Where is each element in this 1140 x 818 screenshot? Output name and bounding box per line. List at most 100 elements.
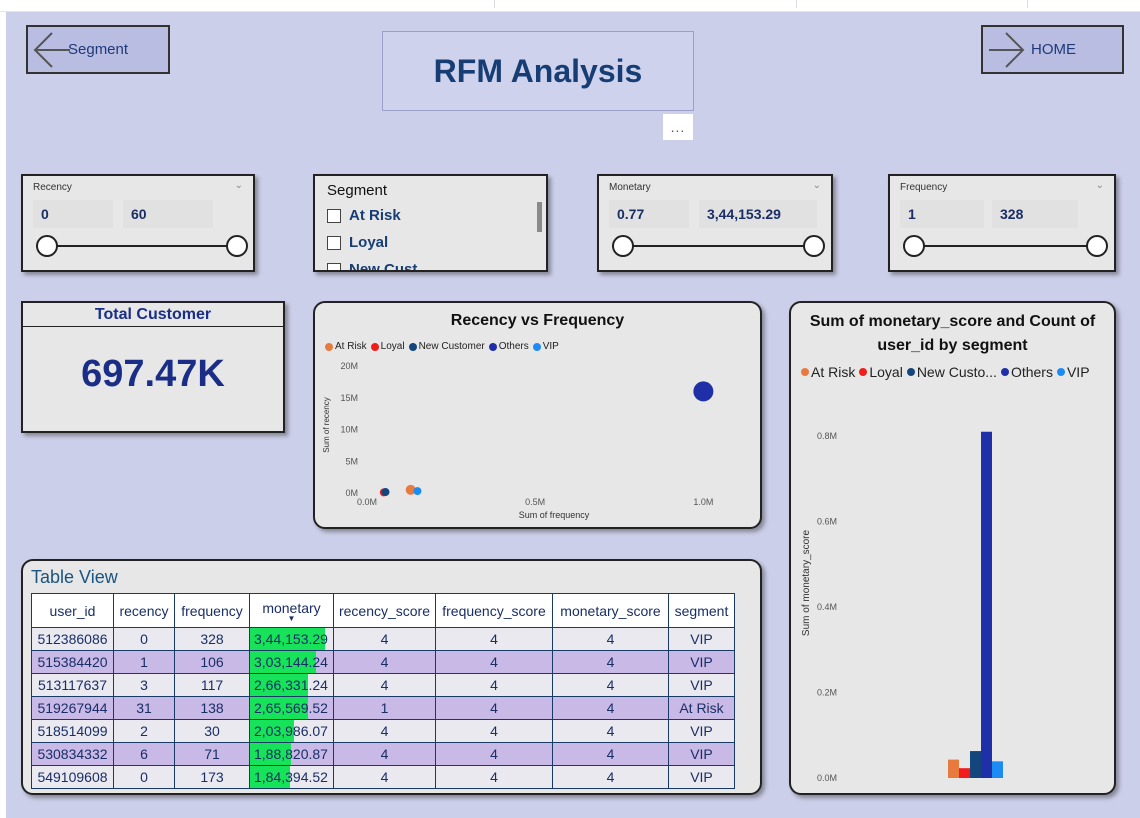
column-header-recency[interactable]: recency	[113, 593, 175, 628]
table-cell-monetary-score: 4	[552, 650, 669, 674]
table-cell-segment: At Risk	[668, 696, 735, 720]
more-options-button[interactable]: ...	[663, 114, 693, 140]
home-label: HOME	[1031, 41, 1076, 58]
table-cell-user-id: 513117637	[31, 673, 114, 697]
bar-others[interactable]	[981, 431, 992, 778]
table-cell-monetary: 3,44,153.29	[249, 627, 334, 651]
monetary-max-input[interactable]: 3,44,153.29	[699, 200, 817, 228]
column-header-frequency[interactable]: frequency	[174, 593, 250, 628]
table-cell-recency: 6	[113, 742, 175, 766]
monetary-slider-min-handle[interactable]	[612, 235, 634, 257]
checkbox[interactable]	[327, 262, 341, 270]
strip-separator	[796, 0, 797, 8]
table-cell-recency-score: 4	[333, 650, 436, 674]
frequency-min-input[interactable]: 1	[900, 200, 984, 228]
home-button[interactable]: HOME	[981, 25, 1124, 74]
table-view-card: Table View user_id recency frequency mon…	[21, 559, 762, 795]
table-cell-user-id: 519267944	[31, 696, 114, 720]
table-row[interactable]: 530834332 6 71 1,88,820.87 4 4 4 VIP	[31, 742, 735, 766]
bar-loyal[interactable]	[959, 768, 970, 778]
column-header-monetary[interactable]: monetary ▼	[249, 593, 334, 628]
table-cell-frequency-score: 4	[435, 765, 553, 789]
table-cell-frequency: 30	[174, 719, 250, 743]
table-cell-frequency: 106	[174, 650, 250, 674]
table-row[interactable]: 512386086 0 328 3,44,153.29 4 4 4 VIP	[31, 627, 735, 651]
segment-option-loyal[interactable]: Loyal	[327, 234, 388, 251]
column-header-frequency-score[interactable]: frequency_score	[435, 593, 553, 628]
table-row[interactable]: 549109608 0 173 1,84,394.52 4 4 4 VIP	[31, 765, 735, 789]
y-tick-label: 0.4M	[817, 602, 837, 612]
recency-slider-track[interactable]	[45, 245, 237, 247]
table-cell-frequency: 117	[174, 673, 250, 697]
recency-min-input[interactable]: 0	[33, 200, 113, 228]
recency-slider-min-handle[interactable]	[36, 235, 58, 257]
table-cell-frequency-score: 4	[435, 673, 553, 697]
table-cell-segment: VIP	[668, 719, 735, 743]
x-axis-title: Sum of frequency	[519, 510, 590, 520]
column-header-label: frequency	[181, 602, 243, 619]
monetary-value: 2,66,331.24	[254, 677, 328, 693]
chevron-down-icon[interactable]: ⌄	[813, 180, 821, 191]
column-header-label: frequency_score	[442, 602, 546, 619]
table-cell-monetary-score: 4	[552, 765, 669, 789]
column-header-label: recency	[119, 602, 169, 619]
bar-new-customer[interactable]	[970, 751, 981, 778]
table-row[interactable]: 513117637 3 117 2,66,331.24 4 4 4 VIP	[31, 673, 735, 697]
recency-slider-max-handle[interactable]	[226, 235, 248, 257]
frequency-max-input[interactable]: 328	[992, 200, 1078, 228]
monetary-slider-max-handle[interactable]	[803, 235, 825, 257]
column-header-recency-score[interactable]: recency_score	[333, 593, 436, 628]
page-title: RFM Analysis	[433, 52, 643, 89]
monetary-min-input[interactable]: 0.77	[609, 200, 689, 228]
x-tick-label: 1.0M	[693, 497, 713, 507]
table-cell-frequency-score: 4	[435, 719, 553, 743]
scatter-point-new-customer[interactable]	[381, 488, 390, 497]
frequency-slider-max-handle[interactable]	[1086, 235, 1108, 257]
table-cell-segment: VIP	[668, 742, 735, 766]
checkbox[interactable]	[327, 235, 341, 250]
table-cell-recency-score: 4	[333, 742, 436, 766]
recency-frequency-chart: Recency vs Frequency At Risk Loyal New C…	[313, 301, 762, 529]
y-axis-title: Sum of recency	[322, 397, 331, 453]
column-header-segment[interactable]: segment	[668, 593, 735, 628]
checkbox[interactable]	[327, 208, 341, 223]
column-header-monetary-score[interactable]: monetary_score	[552, 593, 669, 628]
segment-option-at-risk[interactable]: At Risk	[327, 207, 401, 224]
bar-vip[interactable]	[992, 761, 1003, 778]
scatter-point-vip[interactable]	[413, 487, 422, 496]
scatter-point-others[interactable]	[693, 381, 714, 402]
back-segment-button[interactable]: Segment	[26, 25, 170, 74]
table-cell-recency-score: 4	[333, 719, 436, 743]
table-cell-monetary: 1,84,394.52	[249, 765, 334, 789]
table-cell-monetary: 2,66,331.24	[249, 673, 334, 697]
recency-max-input[interactable]: 60	[123, 200, 213, 228]
frequency-slider-min-handle[interactable]	[903, 235, 925, 257]
chevron-down-icon[interactable]: ⌄	[1096, 180, 1104, 191]
table-cell-recency-score: 4	[333, 673, 436, 697]
table-row[interactable]: 519267944 31 138 2,65,569.52 1 4 4 At Risk	[31, 696, 735, 720]
chevron-down-icon[interactable]: ⌄	[235, 180, 243, 191]
table-row[interactable]: 515384420 1 106 3,03,144.24 4 4 4 VIP	[31, 650, 735, 674]
y-tick-label: 10M	[340, 425, 358, 435]
total-customer-card: Total Customer 697.47K	[21, 301, 285, 433]
segment-option-new-customer[interactable]: New Cust...	[327, 261, 430, 272]
column-header-label: recency_score	[338, 602, 431, 619]
arrow-right-icon	[989, 32, 1025, 68]
column-header-user-id[interactable]: user_id	[31, 593, 114, 628]
y-tick-label: 0.8M	[817, 431, 837, 441]
frequency-slicer: Frequency ⌄ 1 328	[888, 174, 1116, 272]
strip-separator	[494, 0, 495, 8]
page-title-box: RFM Analysis	[382, 31, 694, 111]
table-cell-frequency-score: 4	[435, 742, 553, 766]
x-tick-label: 0.5M	[525, 497, 545, 507]
table-cell-monetary-score: 4	[552, 742, 669, 766]
monetary-slider-track[interactable]	[623, 245, 815, 247]
table-cell-recency: 0	[113, 765, 175, 789]
segment-scrollbar[interactable]	[537, 202, 542, 232]
bar-at-risk[interactable]	[948, 759, 959, 778]
table-row[interactable]: 518514099 2 30 2,03,986.07 4 4 4 VIP	[31, 719, 735, 743]
segment-option-label: New Cust...	[349, 261, 430, 272]
table-cell-frequency: 328	[174, 627, 250, 651]
frequency-slider-track[interactable]	[914, 245, 1098, 247]
table-cell-monetary-score: 4	[552, 627, 669, 651]
